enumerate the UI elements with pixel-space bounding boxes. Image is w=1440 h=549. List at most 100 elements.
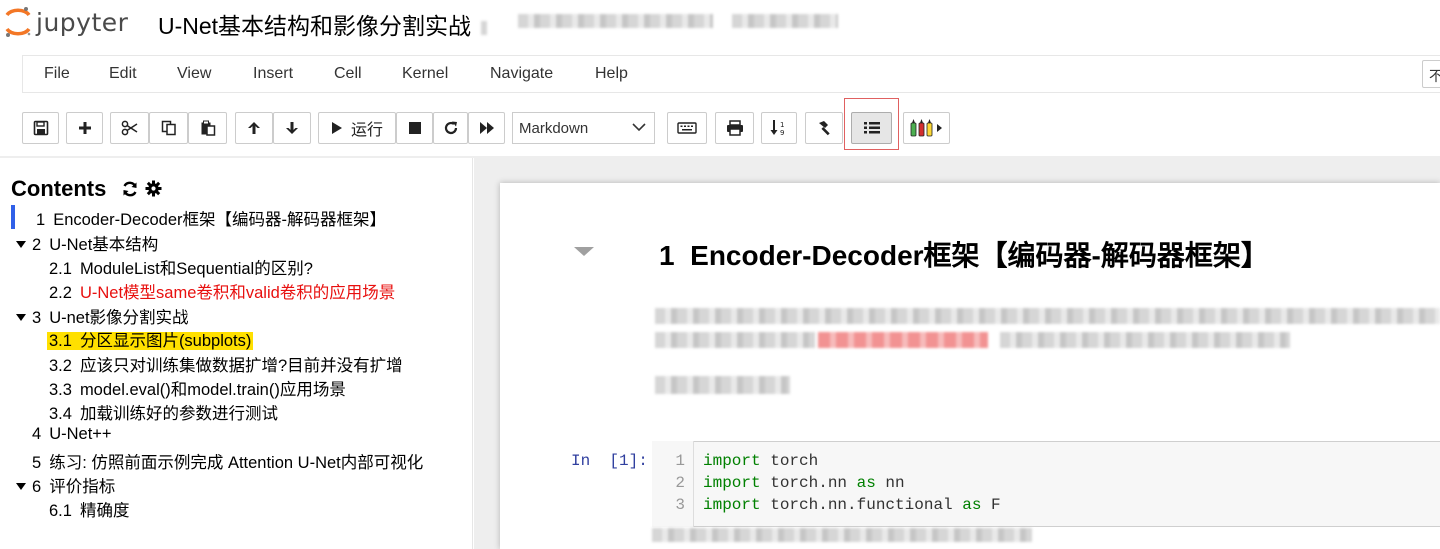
code-line[interactable]: import torch.nn.functional as F: [703, 496, 1001, 514]
highlighter-button[interactable]: [903, 112, 950, 144]
code-text: torch.nn.functional: [760, 496, 963, 514]
chevron-down-icon: [632, 123, 646, 132]
markers-icon: [910, 119, 942, 137]
toc-item-label: U-net影像分割实战: [49, 309, 189, 327]
toc-item-number: 6.1: [49, 502, 72, 520]
save-icon: [33, 120, 48, 136]
menu-cell[interactable]: Cell: [334, 65, 362, 83]
restart-run-all-button[interactable]: [468, 112, 505, 144]
stop-icon: [408, 122, 421, 134]
menubar: File Edit View Insert Cell Kernel Naviga…: [22, 55, 1440, 93]
section-heading-text: Encoder-Decoder框架【编码器-解码器框架】: [690, 240, 1269, 271]
redacted-text-blur: [655, 308, 1440, 324]
jupyter-logo[interactable]: jupyter: [4, 4, 128, 40]
toc-sidebar: Contents 1 Encoder-Decoder框架【编码器-解码器框架】 2…: [0, 158, 473, 549]
toc-item-number: 2.2: [49, 284, 72, 302]
move-up-button[interactable]: [235, 112, 273, 144]
cell-type-select[interactable]: Markdown: [512, 112, 655, 144]
command-palette-button[interactable]: [667, 112, 707, 144]
toc-item-number: 4: [32, 425, 42, 443]
redacted-output-blur: [652, 528, 1032, 542]
redacted-checkpoint-blur: [518, 14, 713, 28]
sort-button[interactable]: 19: [761, 112, 797, 144]
toc-title: Contents: [11, 176, 107, 201]
toc-button-highlight: [844, 98, 899, 150]
cut-button[interactable]: [110, 112, 149, 144]
caret-down-icon[interactable]: [16, 483, 26, 490]
toc-item-label: 评价指标: [49, 478, 116, 496]
toc-item-2-2[interactable]: 2.2 U-Net模型same卷积和valid卷积的应用场景: [49, 279, 395, 303]
header: jupyter U-Net基本结构和影像分割实战: [0, 0, 1440, 48]
move-down-button[interactable]: [273, 112, 311, 144]
toc-item-5[interactable]: 5 练习: 仿照前面示例完成 Attention U-Net内部可视化: [32, 449, 423, 473]
kernel-indicator[interactable]: 不: [1422, 60, 1440, 88]
toc-item-label: U-Net++: [49, 425, 112, 443]
toc-item-label: 分区显示图片(subplots): [79, 332, 252, 350]
toc-item-6[interactable]: 6 评价指标: [16, 473, 115, 497]
svg-text:1: 1: [780, 121, 784, 129]
toc-item-number: 6: [32, 478, 42, 496]
toc-current-marker: [11, 205, 15, 229]
line-number: 3: [675, 496, 685, 514]
toc-item-3[interactable]: 3 U-net影像分割实战: [16, 304, 189, 328]
menu-view[interactable]: View: [177, 65, 211, 83]
copy-button[interactable]: [149, 112, 188, 144]
menu-help[interactable]: Help: [595, 65, 628, 83]
menu-edit[interactable]: Edit: [109, 65, 137, 83]
toc-item-number: 1: [36, 211, 46, 229]
collapse-heading-icon[interactable]: [574, 247, 594, 256]
menu-navigate[interactable]: Navigate: [490, 65, 553, 83]
toc-item-number: 3.1: [49, 332, 72, 350]
toc-item-3-1[interactable]: 3.1 分区显示图片(subplots): [47, 327, 254, 351]
print-button[interactable]: [715, 112, 754, 144]
menu-insert[interactable]: Insert: [253, 65, 293, 83]
toc-item-2-1[interactable]: 2.1 ModuleList和Sequential的区别?: [49, 255, 313, 279]
menu-kernel[interactable]: Kernel: [402, 65, 448, 83]
gear-icon[interactable]: [145, 180, 162, 197]
paste-button[interactable]: [188, 112, 227, 144]
run-button-label: 运行: [351, 122, 384, 139]
hammer-icon: [819, 121, 830, 136]
keyboard-icon: [677, 122, 697, 134]
menu-file[interactable]: File: [44, 65, 70, 83]
refresh-icon[interactable]: [121, 180, 139, 198]
caret-down-icon[interactable]: [16, 314, 26, 321]
insert-cell-button[interactable]: [66, 112, 103, 144]
toc-item-3-2[interactable]: 3.2 应该只对训练集做数据扩增?目前并没有扩增: [49, 352, 403, 376]
toc-item-number: 2.1: [49, 260, 72, 278]
toc-item-label: 应该只对训练集做数据扩增?目前并没有扩增: [79, 357, 403, 375]
toc-item-label: 加载训练好的参数进行测试: [79, 405, 278, 423]
toc-item-number: 5: [32, 454, 42, 472]
toc-item-label: Encoder-Decoder框架【编码器-解码器框架】: [53, 211, 386, 229]
toc-item-4[interactable]: 4 U-Net++: [32, 425, 112, 444]
code-keyword: import: [703, 496, 761, 514]
toc-item-1[interactable]: 1 Encoder-Decoder框架【编码器-解码器框架】: [36, 206, 386, 230]
cell-input-prompt: In [1]:: [571, 452, 648, 470]
code-text: torch.nn: [760, 474, 857, 492]
save-button[interactable]: [22, 112, 59, 144]
toc-item-2[interactable]: 2 U-Net基本结构: [16, 231, 158, 255]
toc-item-label: 精确度: [79, 502, 130, 520]
caret-down-icon[interactable]: [16, 241, 26, 248]
paste-icon: [201, 120, 215, 136]
section-heading: 1 Encoder-Decoder框架【编码器-解码器框架】: [659, 234, 1269, 274]
code-text: torch: [760, 452, 819, 470]
notebook-title-text: U-Net基本结构和影像分割实战: [158, 13, 472, 39]
notebook-title[interactable]: U-Net基本结构和影像分割实战: [158, 7, 488, 41]
play-icon: [332, 122, 342, 134]
svg-text:9: 9: [780, 129, 784, 137]
code-line[interactable]: import torch: [703, 452, 818, 470]
arrow-up-icon: [248, 122, 260, 134]
restart-icon: [444, 121, 457, 135]
redacted-save-status-blur: [732, 14, 838, 28]
toc-item-6-1[interactable]: 6.1 精确度: [49, 497, 129, 521]
build-button[interactable]: [805, 112, 843, 144]
run-button[interactable]: 运行: [318, 112, 396, 144]
restart-button[interactable]: [433, 112, 468, 144]
code-line[interactable]: import torch.nn as nn: [703, 474, 905, 492]
interrupt-button[interactable]: [396, 112, 433, 144]
jupyter-logo-text: jupyter: [36, 7, 129, 37]
toc-item-3-4[interactable]: 3.4 加载训练好的参数进行测试: [49, 400, 278, 424]
printer-icon: [726, 120, 743, 136]
toc-item-3-3[interactable]: 3.3 model.eval()和model.train()应用场景: [49, 376, 346, 400]
